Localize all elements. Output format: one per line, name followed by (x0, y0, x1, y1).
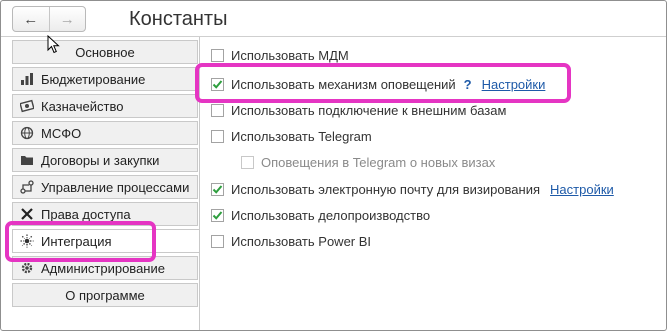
sidebar-item-label: Управление процессами (41, 179, 190, 195)
globe-icon (20, 126, 34, 140)
checkmark-icon (212, 210, 223, 220)
checkbox-checked[interactable] (211, 208, 224, 222)
option-label: Использовать МДМ (231, 47, 349, 63)
sidebar-item-contracts[interactable]: Договоры и закупки (12, 148, 198, 172)
option-records-management[interactable]: Использовать делопроизводство (211, 206, 430, 224)
option-external-bases[interactable]: Использовать подключение к внешним базам (211, 101, 506, 119)
checkbox[interactable] (211, 234, 224, 248)
page-title: Константы (129, 8, 228, 30)
tools-icon (20, 207, 34, 221)
highlight-integration (5, 221, 156, 262)
option-label: Использовать электронную почту для визир… (231, 181, 541, 197)
chart-icon (20, 72, 34, 86)
option-label: Использовать делопроизводство (231, 207, 431, 223)
option-label: Использовать подключение к внешним базам (231, 102, 507, 118)
option-telegram-visa-notifications: Оповещения в Telegram о новых визах (241, 153, 495, 171)
option-power-bi[interactable]: Использовать Power BI (211, 232, 371, 250)
sidebar-item-label: Бюджетирование (41, 71, 146, 87)
sidebar-item-label: Права доступа (41, 206, 131, 222)
checkbox[interactable] (211, 103, 224, 117)
mouse-cursor-icon (47, 35, 60, 54)
sidebar-item-treasury[interactable]: Казначейство (12, 94, 198, 118)
header-divider (1, 36, 666, 37)
folder-icon (20, 153, 34, 167)
sidebar-item-label: О программе (65, 287, 145, 303)
navigation-buttons: ← → (12, 6, 86, 32)
checkbox[interactable] (211, 129, 224, 143)
process-icon (20, 180, 34, 194)
checkbox-disabled (241, 155, 254, 169)
money-icon (20, 99, 34, 113)
sidebar-item-osnovnoe[interactable]: Основное (12, 40, 198, 64)
forward-button[interactable]: → (48, 7, 86, 31)
sidebar-item-budgeting[interactable]: Бюджетирование (12, 67, 198, 91)
sidebar-item-label: МСФО (41, 125, 82, 141)
checkbox[interactable] (211, 48, 224, 62)
option-email-approval[interactable]: Использовать электронную почту для визир… (211, 180, 614, 198)
gear-icon (20, 261, 34, 275)
option-label: Оповещения в Telegram о новых визах (261, 154, 496, 170)
option-label: Использовать Telegram (231, 128, 372, 144)
sidebar-item-label: Основное (75, 44, 135, 60)
sidebar-item-processes[interactable]: Управление процессами (12, 175, 198, 199)
sidebar-item-about[interactable]: О программе (12, 283, 198, 307)
sidebar-item-label: Администрирование (41, 260, 165, 276)
option-mdm[interactable]: Использовать МДМ (211, 46, 349, 64)
settings-link[interactable]: Настройки (550, 182, 614, 197)
checkmark-icon (212, 184, 223, 194)
sidebar-item-label: Договоры и закупки (41, 152, 160, 168)
option-telegram[interactable]: Использовать Telegram (211, 127, 372, 145)
constants-window: ← → Константы Основное Бюджетирование Ка… (0, 0, 667, 331)
option-label: Использовать Power BI (231, 233, 372, 249)
sidebar-item-label: Казначейство (41, 98, 124, 114)
highlight-notifications (195, 63, 571, 103)
back-button[interactable]: ← (13, 7, 49, 31)
sidebar-item-msfo[interactable]: МСФО (12, 121, 198, 145)
checkbox-checked[interactable] (211, 182, 224, 196)
